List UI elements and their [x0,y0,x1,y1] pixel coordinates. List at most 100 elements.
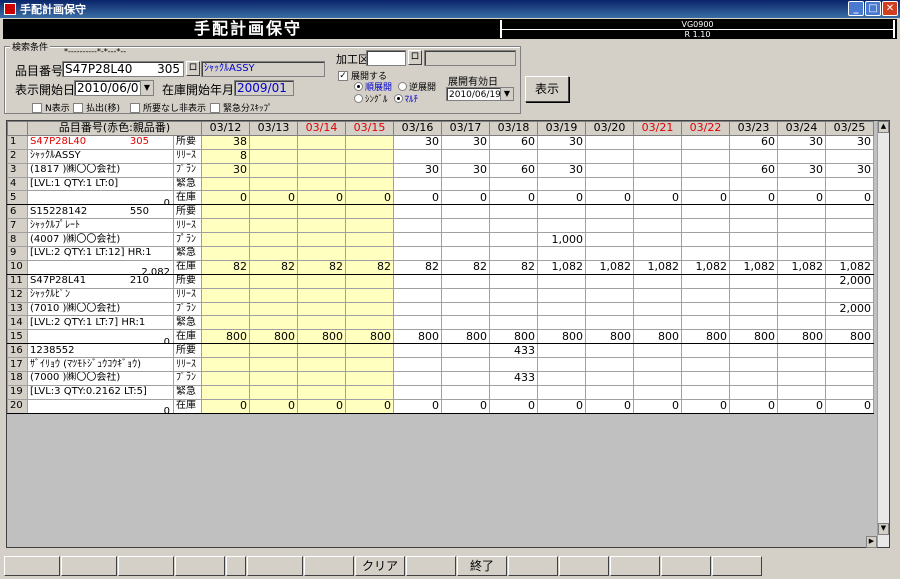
qty-cell[interactable] [825,384,874,400]
qty-cell[interactable] [297,204,346,220]
part-lookup-button[interactable]: ロ [186,61,200,76]
qty-cell[interactable] [537,246,586,261]
qty-cell[interactable] [633,246,682,261]
qty-cell[interactable] [441,371,490,386]
qty-cell[interactable] [825,287,874,303]
table-row[interactable]: 9 [LVL:2 QTY:1 LT:12] HR:1 緊急 [7,246,874,261]
qty-cell[interactable]: 0 [393,190,442,206]
qty-cell[interactable]: 2,000 [825,301,874,317]
qty-cell[interactable]: 800 [249,329,298,345]
qty-cell[interactable] [537,357,586,373]
single-radio-dot[interactable] [354,94,363,103]
qty-cell[interactable] [681,301,730,317]
qty-cell[interactable] [489,273,538,289]
function-key-button[interactable] [247,556,303,576]
header-date[interactable]: 03/14 [297,121,346,136]
qty-cell[interactable] [345,273,394,289]
qty-cell[interactable] [825,315,874,331]
header-date[interactable]: 03/16 [393,121,442,136]
qty-cell[interactable] [729,232,778,248]
table-row[interactable]: 5 0 在庫 0 0 0 0 0 0 0 0 0 0 0 0 0 0 [7,190,874,206]
qty-cell[interactable] [681,246,730,261]
qty-cell[interactable]: 1,082 [825,259,874,275]
qty-cell[interactable]: 0 [777,398,826,414]
qty-cell[interactable] [441,357,490,373]
qty-cell[interactable]: 0 [345,190,394,206]
qty-cell[interactable] [633,371,682,386]
qty-cell[interactable] [345,357,394,373]
qty-cell[interactable] [201,371,250,386]
table-row[interactable]: 17 ｻﾞｲﾘｮｳ (ﾏﾂﾓﾄｼﾞｭｳｺｳｷﾞｮｳ) ﾘﾘｰｽ [7,357,874,373]
qty-cell[interactable] [825,343,874,359]
qty-cell[interactable] [441,301,490,317]
qty-cell[interactable] [777,371,826,386]
qty-cell[interactable]: 800 [441,329,490,345]
function-key-button[interactable] [226,556,246,576]
qty-cell[interactable] [777,357,826,373]
qty-cell[interactable] [393,218,442,234]
clear-button[interactable]: クリア [355,556,405,576]
qty-cell[interactable] [585,232,634,248]
qty-cell[interactable]: 30 [537,134,586,150]
qty-cell[interactable]: 30 [537,162,586,178]
header-date[interactable]: 03/23 [729,121,778,136]
qty-cell[interactable] [249,315,298,331]
item-info-cell[interactable]: (7000 )㈱〇〇会社) [27,371,174,386]
qty-cell[interactable] [393,357,442,373]
qty-cell[interactable] [201,246,250,261]
item-info-cell[interactable]: (7010 )㈱〇〇会社) [27,301,174,317]
qty-cell[interactable]: 0 [489,190,538,206]
scroll-down-icon[interactable]: ▼ [878,523,889,535]
qty-cell[interactable] [825,371,874,386]
qty-cell[interactable] [249,162,298,178]
qty-cell[interactable]: 82 [249,259,298,275]
table-row[interactable]: 20 0 在庫 0 0 0 0 0 0 0 0 0 0 0 0 0 0 [7,398,874,414]
qty-cell[interactable] [249,148,298,164]
qty-cell[interactable] [345,176,394,192]
qty-cell[interactable] [297,218,346,234]
qty-cell[interactable]: 60 [729,162,778,178]
qty-cell[interactable]: 800 [297,329,346,345]
qty-cell[interactable]: 0 [537,190,586,206]
qty-cell[interactable] [633,301,682,317]
qty-cell[interactable] [345,134,394,150]
start-date-dropdown-icon[interactable]: ▼ [140,81,153,95]
qty-cell[interactable] [441,246,490,261]
qty-cell[interactable] [729,343,778,359]
single-radio[interactable]: ｼﾝｸﾞﾙ [354,92,388,105]
qty-cell[interactable]: 82 [441,259,490,275]
qty-cell[interactable] [249,301,298,317]
qty-cell[interactable] [297,148,346,164]
qty-cell[interactable]: 800 [393,329,442,345]
qty-cell[interactable] [825,357,874,373]
table-row[interactable]: 13 (7010 )㈱〇〇会社) ﾌﾟﾗﾝ 2,000 [7,301,874,317]
function-key-button[interactable] [559,556,609,576]
qty-cell[interactable] [441,204,490,220]
item-info-cell[interactable]: S47P28L40 305 [27,134,174,150]
urgent-skip-checkbox[interactable]: 緊急分ｽｷｯﾌﾟ [210,101,273,114]
qty-cell[interactable] [345,204,394,220]
qty-cell[interactable] [297,315,346,331]
qty-cell[interactable] [297,232,346,248]
minimize-button[interactable]: _ [848,1,864,16]
qty-cell[interactable]: 800 [537,329,586,345]
item-info-cell[interactable]: (1817 )㈱〇〇会社) [27,162,174,178]
qty-cell[interactable] [393,315,442,331]
qty-cell[interactable]: 30 [201,162,250,178]
qty-cell[interactable] [777,204,826,220]
expand-date-dropdown-icon[interactable]: ▼ [500,88,513,100]
qty-cell[interactable] [729,148,778,164]
qty-cell[interactable] [441,218,490,234]
function-key-button[interactable] [610,556,660,576]
qty-cell[interactable] [489,218,538,234]
qty-cell[interactable] [537,301,586,317]
qty-cell[interactable]: 82 [393,259,442,275]
function-key-button[interactable] [4,556,60,576]
function-key-button[interactable] [61,556,117,576]
function-key-button[interactable] [175,556,225,576]
qty-cell[interactable]: 0 [201,190,250,206]
item-info-cell[interactable]: S47P28L41 210 [27,273,174,289]
qty-cell[interactable]: 0 [249,398,298,414]
qty-cell[interactable] [441,287,490,303]
qty-cell[interactable] [825,232,874,248]
